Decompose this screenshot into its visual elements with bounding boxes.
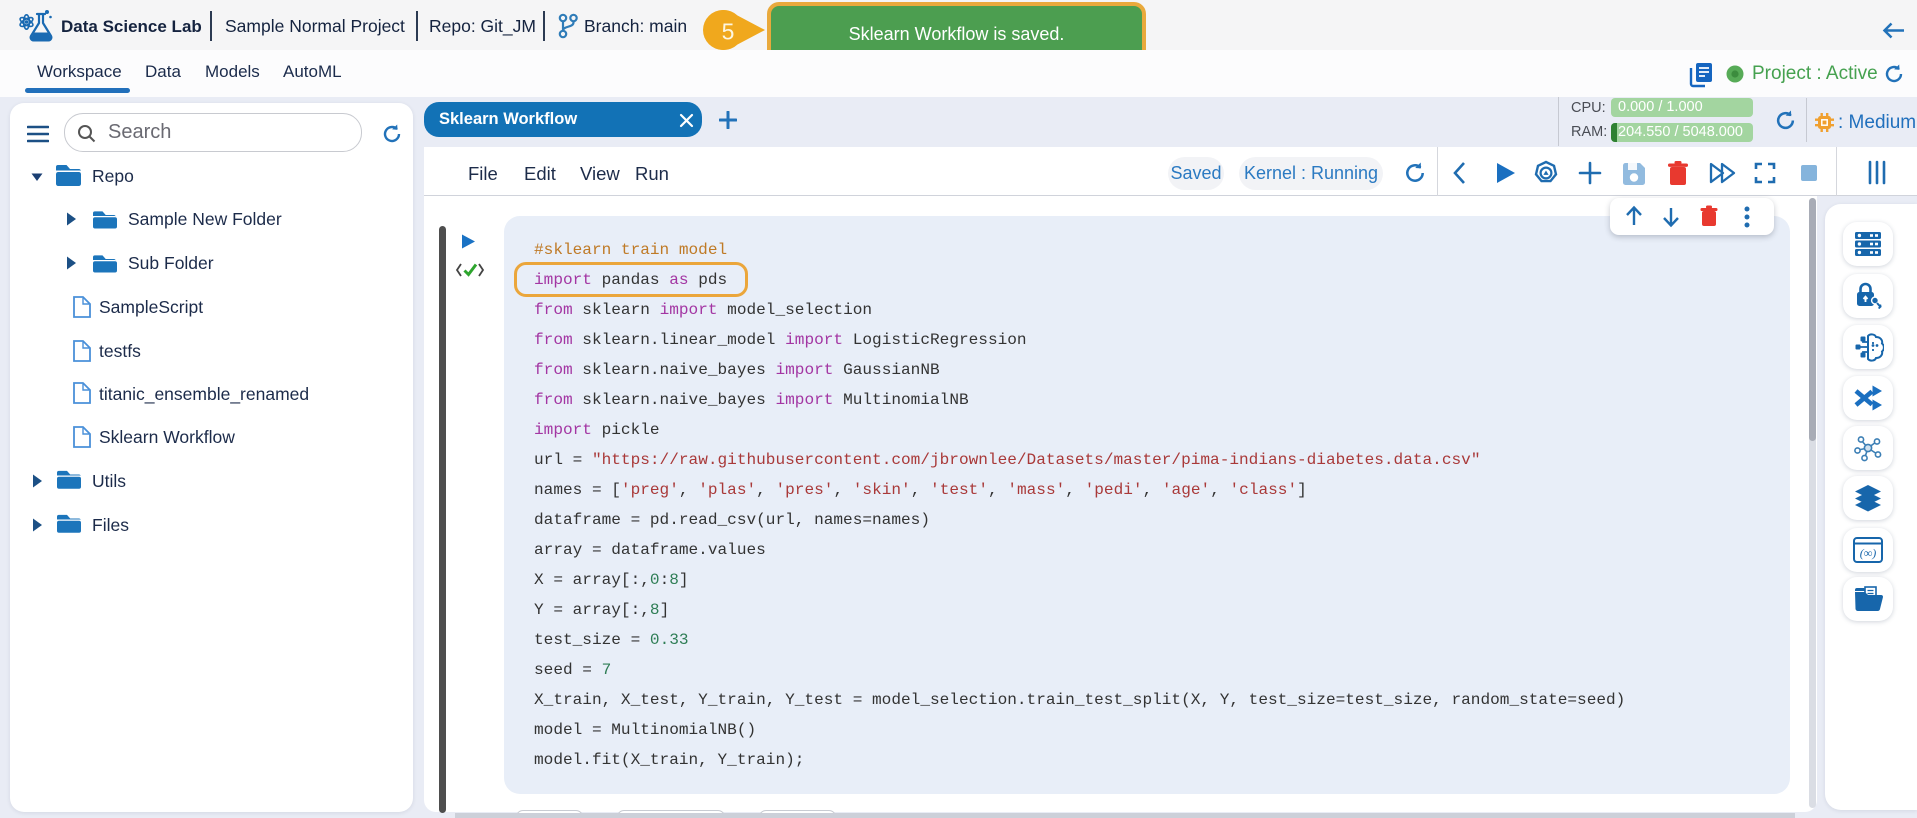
svg-text:5: 5 [722,19,735,45]
svg-text:(∞): (∞) [1860,546,1877,560]
